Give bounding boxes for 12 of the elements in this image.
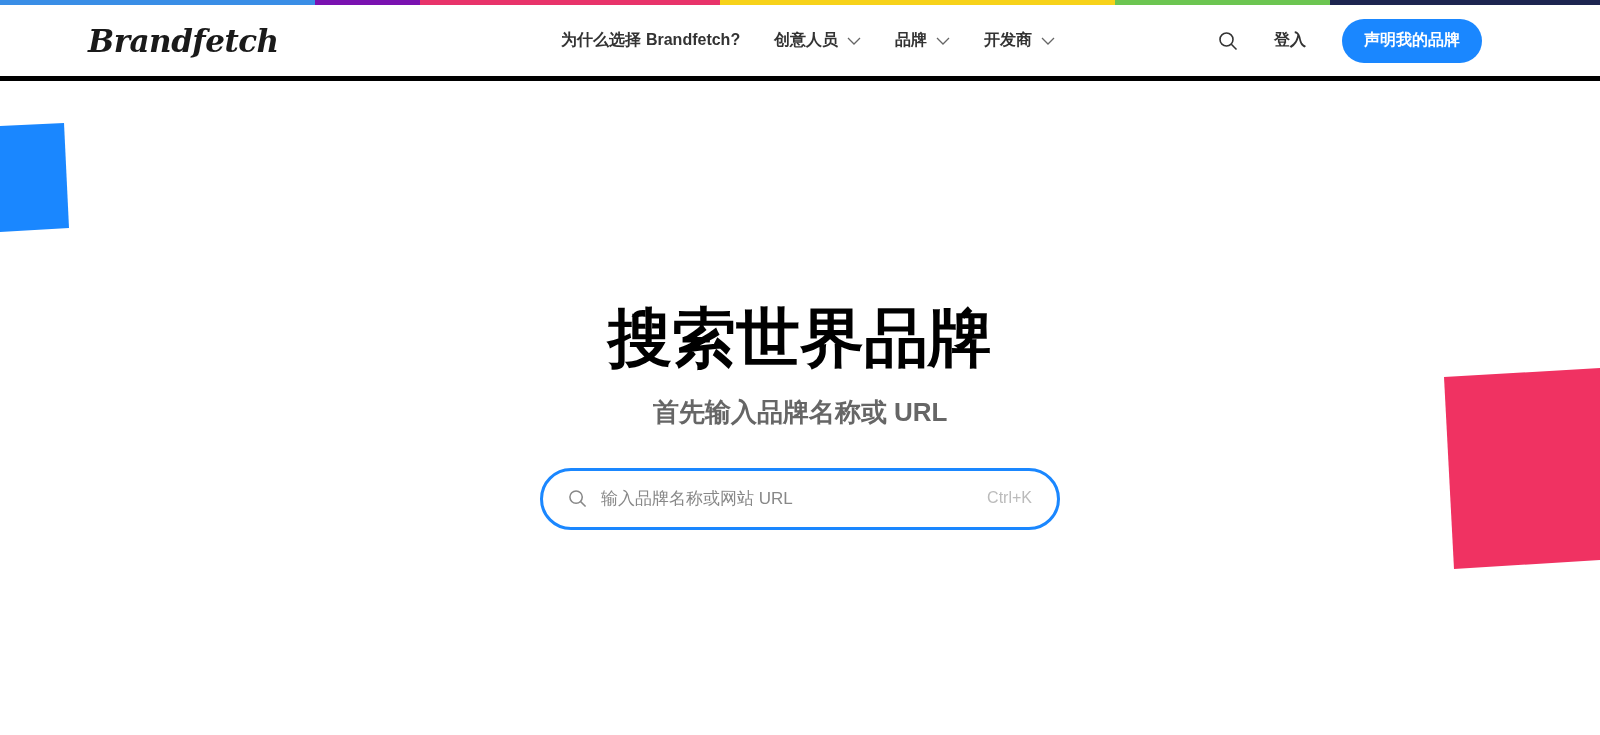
nav-link[interactable]: 开发商 [984, 30, 1056, 51]
hero-title: 搜索世界品牌 [608, 303, 992, 374]
shortcut-hint: Ctrl+K [987, 489, 1032, 508]
nav-link[interactable]: 品牌 [895, 30, 951, 51]
search-icon[interactable] [1218, 30, 1238, 51]
hero-subtitle: 首先输入品牌名称或 URL [652, 396, 948, 430]
nav-link[interactable]: 为什么选择 Brandfetch? [561, 30, 741, 51]
claim-brand-button[interactable]: 声明我的品牌 [1342, 18, 1482, 63]
login-link[interactable]: 登入 [1268, 30, 1312, 51]
search-icon [568, 489, 587, 509]
nav-link[interactable]: 创意人员 [774, 30, 862, 51]
logo[interactable]: Brandfetch [88, 22, 279, 59]
